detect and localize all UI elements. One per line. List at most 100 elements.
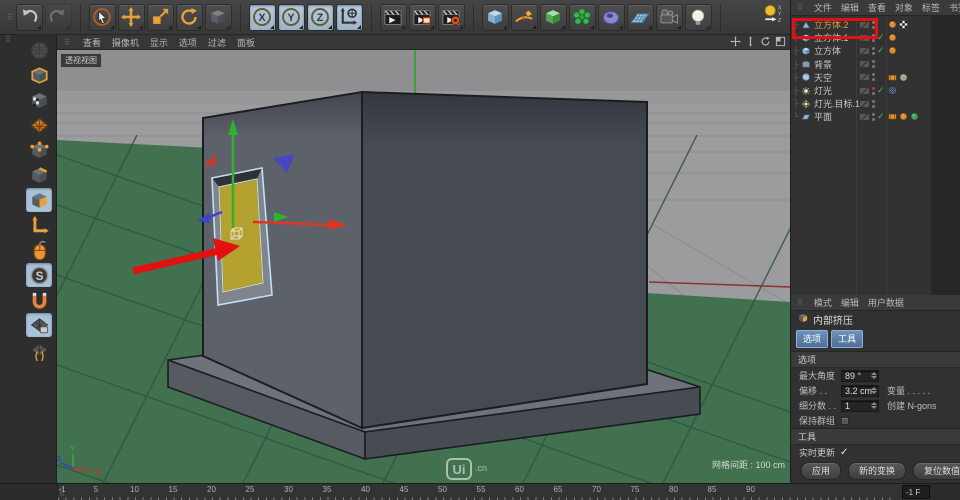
ruler-label-25[interactable]: 25 [246, 485, 255, 494]
tool-button-复位数值[interactable]: 复位数值 [913, 462, 960, 480]
object-name[interactable]: 平面 [814, 110, 832, 123]
toolbar-button-add-environment-icon[interactable] [627, 4, 654, 31]
enabled-checkmark[interactable]: ✓ [877, 111, 885, 122]
object-tags[interactable] [888, 73, 908, 82]
attr-tab-选项[interactable]: 选项 [796, 330, 828, 348]
ruler-label-55[interactable]: 55 [477, 485, 486, 494]
object-row-灯光[interactable]: ├灯光✓ [791, 84, 960, 97]
toolbar-button-render-settings-icon[interactable] [438, 4, 465, 31]
dolly-icon[interactable] [745, 36, 756, 49]
viewport-menu-摄像机[interactable]: 摄像机 [112, 36, 139, 49]
object-name[interactable]: 灯光 [814, 84, 832, 97]
object-tags[interactable] [888, 86, 897, 95]
ruler-label-70[interactable]: 70 [592, 485, 601, 494]
visibility-dots[interactable] [872, 60, 875, 68]
toolbar-button-add-deformer-icon[interactable] [569, 4, 596, 31]
om-menu-对象[interactable]: 对象 [895, 1, 913, 14]
dock-button-workplane-snap-icon[interactable]: ( ) [26, 338, 52, 362]
object-row-灯光.目标.1[interactable]: ├灯光.目标.1 [791, 97, 960, 110]
attr-value-field[interactable]: 89 ° [841, 370, 879, 382]
object-name[interactable]: 立方体 [814, 44, 841, 57]
om-menu-查看[interactable]: 查看 [868, 1, 886, 14]
dock-button-polygons-mode-icon[interactable] [26, 188, 52, 212]
object-row-平面[interactable]: └平面✓ [791, 110, 960, 123]
tag-phong-icon[interactable] [888, 33, 897, 42]
visibility-dots[interactable] [872, 87, 875, 95]
ruler-label-10[interactable]: 10 [130, 485, 139, 494]
enabled-checkmark[interactable]: ✓ [877, 45, 885, 56]
tag-phong-icon[interactable] [899, 112, 908, 121]
object-tags[interactable] [888, 33, 897, 42]
attr-menu-模式[interactable]: 模式 [814, 296, 832, 309]
toolbar-button-lock-z-icon[interactable]: Z [307, 4, 334, 31]
attr-grip[interactable]: ⠿ [797, 298, 802, 307]
layer-color-box[interactable] [859, 87, 870, 95]
ruler-label-75[interactable]: 75 [631, 485, 640, 494]
dock-button-magnet-snap-icon[interactable] [26, 288, 52, 312]
object-row-立方体[interactable]: ├立方体✓ [791, 44, 960, 57]
enabled-checkmark[interactable]: ✓ [877, 85, 885, 96]
ruler-label-60[interactable]: 60 [515, 485, 524, 494]
om-menu-文件[interactable]: 文件 [814, 1, 832, 14]
tag-comp-icon[interactable] [888, 112, 897, 121]
tool-button-应用[interactable]: 应用 [801, 462, 841, 480]
layer-color-box[interactable] [859, 113, 870, 121]
toolbar-button-scale-icon[interactable] [147, 4, 174, 31]
toolbar-button-lock-x-icon[interactable]: X [249, 4, 276, 31]
attr-menu-用户数据[interactable]: 用户数据 [868, 296, 904, 309]
pan-icon[interactable] [730, 36, 741, 49]
tag-texgr-icon[interactable] [910, 112, 919, 121]
dock-button-axis-mode-icon[interactable] [26, 213, 52, 237]
tag-target-icon[interactable] [888, 86, 897, 95]
realtime-update-row[interactable]: 实时更新 ✓ [791, 445, 960, 459]
object-row-天空[interactable]: ├天空 [791, 71, 960, 84]
layer-color-box[interactable] [859, 73, 870, 81]
viewport-menu-查看[interactable]: 查看 [83, 36, 101, 49]
ruler-label-45[interactable]: 45 [400, 485, 409, 494]
ruler-label-85[interactable]: 85 [708, 485, 717, 494]
layer-color-box[interactable] [859, 60, 870, 68]
dock-button-enable-snap-icon[interactable]: S [26, 263, 52, 287]
object-name[interactable]: 天空 [814, 71, 832, 84]
coordinates-manager-icon[interactable]: XYZ [764, 3, 784, 31]
object-name[interactable]: 灯光.目标.1 [814, 97, 860, 110]
toolbar-button-coordinate-system-icon[interactable] [336, 4, 363, 31]
ruler-label-30[interactable]: 30 [284, 485, 293, 494]
object-row-背景[interactable]: ├背景 [791, 58, 960, 71]
stepper[interactable] [871, 371, 877, 381]
tag-comp-icon[interactable] [888, 73, 897, 82]
realtime-checkmark[interactable]: ✓ [840, 447, 848, 458]
tool-button-新的变换[interactable]: 新的变换 [848, 462, 906, 480]
ruler-label-15[interactable]: 15 [169, 485, 178, 494]
orbit-icon[interactable] [760, 36, 771, 49]
viewport[interactable]: Y X Z 网格间距 : 100 cm Ui .cn ⠿ 查看摄像机显示选项过滤… [57, 35, 790, 483]
timeline-ruler[interactable]: ⣿ -1 F -15101520253035404550556065707580… [57, 484, 930, 500]
attr-value-field[interactable]: 3.2 cm [841, 385, 879, 397]
view-name-badge[interactable]: 透视视图 [60, 53, 102, 68]
toolbar-grip[interactable]: ⠿ [7, 13, 12, 22]
toolbar-button-lock-y-icon[interactable]: Y [278, 4, 305, 31]
toolbar-button-redo-icon[interactable] [45, 4, 72, 31]
toolbar-button-rotate-icon[interactable] [176, 4, 203, 31]
toolbar-button-render-view-icon[interactable] [380, 4, 407, 31]
toolbar-button-add-generator-icon[interactable] [540, 4, 567, 31]
tag-phong-icon[interactable] [888, 20, 897, 29]
ruler-label-50[interactable]: 50 [438, 485, 447, 494]
om-menu-编辑[interactable]: 编辑 [841, 1, 859, 14]
visibility-dots[interactable] [872, 47, 875, 55]
ruler-label-40[interactable]: 40 [361, 485, 370, 494]
viewport-menu-选项[interactable]: 选项 [179, 36, 197, 49]
dock-grip[interactable]: ⠿ [5, 35, 10, 44]
dock-button-texture-mode-icon[interactable] [26, 88, 52, 112]
extruded-face[interactable] [212, 168, 272, 305]
attr-checkbox[interactable] [841, 417, 849, 425]
toolbar-button-move-icon[interactable] [118, 4, 145, 31]
visibility-dots[interactable] [872, 100, 875, 108]
dock-button-workplane-mode-icon[interactable] [26, 113, 52, 137]
stepper[interactable] [871, 401, 877, 411]
visibility-dots[interactable] [872, 73, 875, 81]
om-menu-标签[interactable]: 标签 [922, 1, 940, 14]
ruler-label--1[interactable]: -1 [58, 485, 65, 494]
tag-texg-icon[interactable] [899, 73, 908, 82]
toolbar-button-add-spline-icon[interactable] [511, 4, 538, 31]
